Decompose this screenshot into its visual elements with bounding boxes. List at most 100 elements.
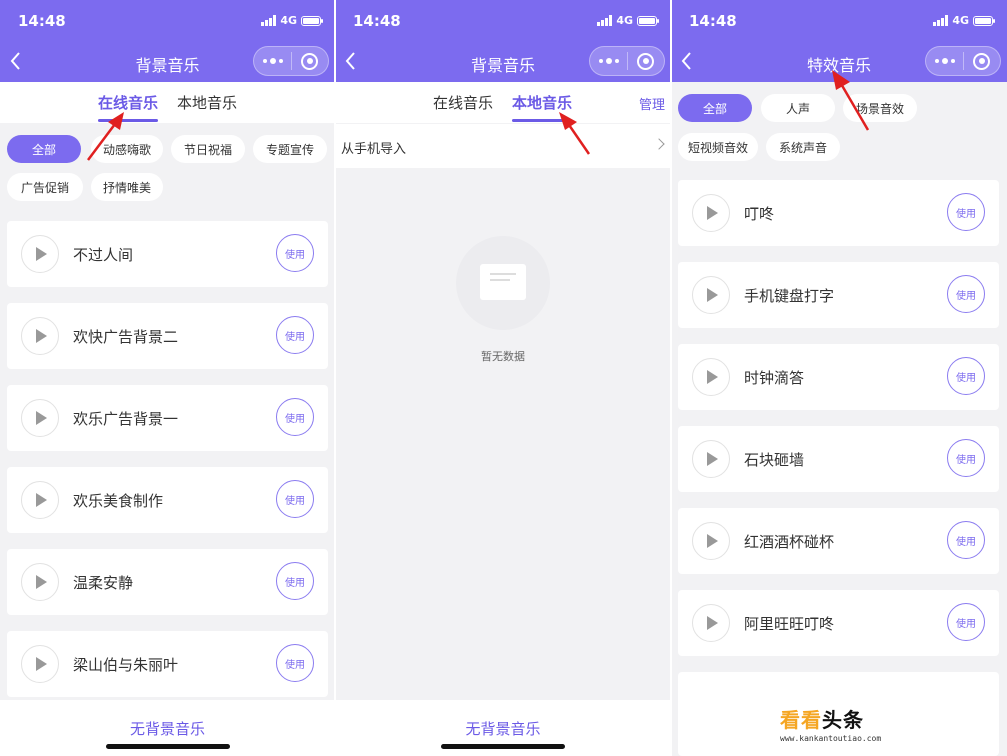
watermark-text: 看看	[780, 708, 822, 732]
track-name: 叮咚	[744, 205, 775, 223]
use-button[interactable]: 使用	[947, 603, 985, 641]
list-item[interactable]: 手机键盘打字 使用	[678, 262, 999, 328]
use-button[interactable]: 使用	[276, 234, 314, 272]
nav-header: 14:48 4G 特效音乐	[671, 0, 1007, 82]
track-name: 欢快广告背景二	[73, 328, 179, 346]
nav-header: 14:48 4G 背景音乐	[0, 0, 335, 82]
use-button[interactable]: 使用	[947, 357, 985, 395]
import-label: 从手机导入	[341, 142, 407, 157]
play-icon[interactable]	[21, 317, 59, 355]
close-miniprogram-icon[interactable]	[628, 47, 664, 75]
list-item[interactable]: 时钟滴答 使用	[678, 344, 999, 410]
list-item[interactable]: 红酒酒杯碰杯 使用	[678, 508, 999, 574]
play-icon[interactable]	[21, 399, 59, 437]
active-tab-underline	[98, 119, 159, 122]
chip-short-video[interactable]: 短视频音效	[678, 133, 758, 161]
status-time: 14:48	[353, 12, 401, 30]
signal-icon	[261, 15, 277, 26]
battery-icon	[973, 15, 995, 26]
status-bar: 14:48 4G	[18, 10, 323, 32]
no-background-music-button[interactable]: 无背景音乐	[0, 718, 335, 739]
nav-header: 14:48 4G 背景音乐	[335, 0, 671, 82]
network-label: 4G	[616, 14, 633, 27]
use-button[interactable]: 使用	[947, 275, 985, 313]
list-item[interactable]: 叮咚 使用	[678, 180, 999, 246]
use-button[interactable]: 使用	[276, 644, 314, 682]
tab-online-music[interactable]: 在线音乐	[433, 92, 493, 113]
list-item[interactable]: 石块砸墙 使用	[678, 426, 999, 492]
panel-sound-effects: 14:48 4G 特效音乐 全部 人声 场景音效 短视频音效 系统声音 叮咚 使…	[671, 0, 1007, 756]
play-icon[interactable]	[21, 645, 59, 683]
play-icon[interactable]	[692, 276, 730, 314]
watermark-logo: 看看头条 www.kankantoutiao.com	[780, 704, 881, 743]
play-icon[interactable]	[692, 604, 730, 642]
music-tabs: 在线音乐 本地音乐	[0, 82, 335, 123]
list-item[interactable]: 欢乐美食制作 使用	[7, 467, 328, 533]
tab-online-music[interactable]: 在线音乐	[98, 92, 159, 122]
battery-icon	[637, 15, 659, 26]
status-time: 14:48	[689, 12, 737, 30]
list-item[interactable]: 阿里旺旺叮咚 使用	[678, 590, 999, 656]
play-icon[interactable]	[692, 440, 730, 478]
no-background-music-button[interactable]: 无背景音乐	[335, 718, 671, 739]
status-indicators: 4G	[933, 14, 995, 27]
use-button[interactable]: 使用	[947, 521, 985, 559]
chip-ads[interactable]: 广告促销	[7, 173, 83, 201]
use-button[interactable]: 使用	[276, 316, 314, 354]
chip-scene-effects[interactable]: 场景音效	[843, 94, 917, 122]
play-icon[interactable]	[21, 563, 59, 601]
chip-topic[interactable]: 专题宣传	[253, 135, 327, 163]
signal-icon	[597, 15, 613, 26]
panel-divider	[670, 0, 672, 756]
footer-bar: 无背景音乐	[335, 700, 671, 756]
more-menu-icon[interactable]	[926, 47, 963, 75]
list-item[interactable]: 欢乐广告背景一 使用	[7, 385, 328, 451]
use-button[interactable]: 使用	[947, 439, 985, 477]
home-indicator	[105, 744, 230, 749]
tab-local-music[interactable]: 本地音乐	[512, 92, 573, 122]
chip-all[interactable]: 全部	[7, 135, 81, 163]
list-item[interactable]: 梁山伯与朱丽叶 使用	[7, 631, 328, 697]
footer-bar: 无背景音乐	[0, 700, 335, 756]
chip-lyrical[interactable]: 抒情唯美	[91, 173, 163, 201]
list-item[interactable]: 欢快广告背景二 使用	[7, 303, 328, 369]
list-item[interactable]: 不过人间 使用	[7, 221, 328, 287]
use-button[interactable]: 使用	[276, 480, 314, 518]
manage-button[interactable]: 管理	[639, 94, 665, 113]
chip-system-sound[interactable]: 系统声音	[766, 133, 840, 161]
status-bar: 14:48 4G	[353, 10, 659, 32]
track-name: 温柔安静	[73, 574, 134, 592]
tab-label: 在线音乐	[98, 94, 159, 112]
more-menu-icon[interactable]	[254, 47, 291, 75]
close-miniprogram-icon[interactable]	[292, 47, 328, 75]
play-icon[interactable]	[692, 522, 730, 560]
track-name: 阿里旺旺叮咚	[744, 615, 835, 633]
import-from-phone-row[interactable]: 从手机导入	[335, 124, 671, 168]
chip-dynamic[interactable]: 动感嗨歌	[91, 135, 163, 163]
chevron-right-icon	[653, 138, 665, 150]
play-icon[interactable]	[692, 194, 730, 232]
list-item[interactable]: 温柔安静 使用	[7, 549, 328, 615]
chip-all[interactable]: 全部	[678, 94, 752, 122]
use-button[interactable]: 使用	[947, 193, 985, 231]
tab-label: 本地音乐	[512, 94, 573, 112]
close-miniprogram-icon[interactable]	[964, 47, 1000, 75]
use-button[interactable]: 使用	[276, 398, 314, 436]
more-menu-icon[interactable]	[590, 47, 627, 75]
use-button[interactable]: 使用	[276, 562, 314, 600]
network-label: 4G	[280, 14, 297, 27]
active-tab-underline	[512, 119, 573, 122]
miniprogram-capsule	[589, 46, 665, 76]
track-name: 手机键盘打字	[744, 287, 835, 305]
play-icon[interactable]	[692, 358, 730, 396]
tab-local-music[interactable]: 本地音乐	[177, 92, 237, 113]
status-bar: 14:48 4G	[689, 10, 995, 32]
home-indicator	[441, 744, 565, 749]
status-time: 14:48	[18, 12, 66, 30]
chip-voice[interactable]: 人声	[761, 94, 835, 122]
play-icon[interactable]	[21, 235, 59, 273]
play-icon[interactable]	[21, 481, 59, 519]
chip-festival[interactable]: 节日祝福	[171, 135, 245, 163]
panel-online-music: 14:48 4G 背景音乐 在线音乐 本地音乐 全部 动感嗨歌 节日祝福 专题宣…	[0, 0, 335, 756]
status-indicators: 4G	[597, 14, 659, 27]
